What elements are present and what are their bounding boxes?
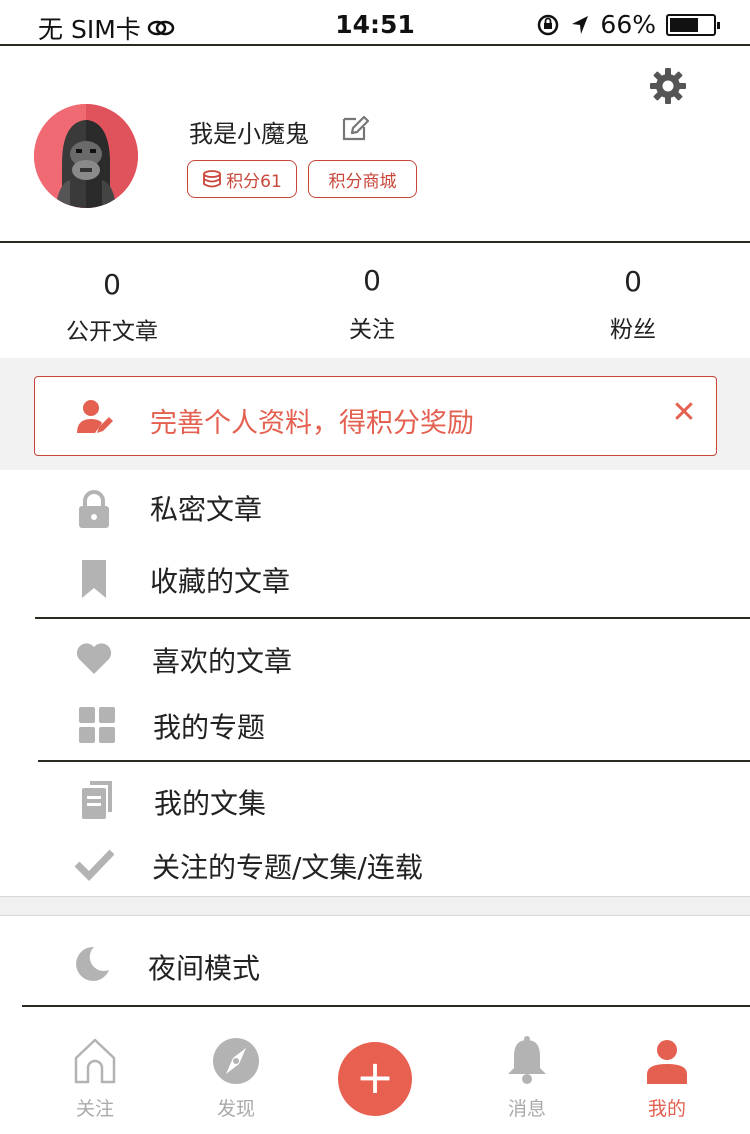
battery-icon xyxy=(666,13,720,36)
stat-label: 粉丝 xyxy=(610,317,656,343)
menu-label: 关注的专题/文集/连载 xyxy=(152,851,423,884)
menu-label: 我的文集 xyxy=(154,787,267,820)
stat-value: 0 xyxy=(624,265,642,298)
tab-label: 我的 xyxy=(647,1098,686,1120)
stat-value: 0 xyxy=(103,268,121,301)
close-icon[interactable]: ✕ xyxy=(668,397,700,429)
stat-label: 公开文章 xyxy=(66,319,158,345)
tab-label: 关注 xyxy=(75,1098,114,1120)
tab-messages[interactable]: 消息 xyxy=(467,1030,587,1130)
menu-label: 私密文章 xyxy=(150,493,263,526)
check-icon xyxy=(74,849,114,882)
notebook-icon xyxy=(82,781,112,819)
rotation-lock-icon xyxy=(538,14,559,35)
divider xyxy=(38,760,750,762)
divider xyxy=(22,1005,750,1007)
menu-item-private-articles[interactable]: 私密文章 xyxy=(0,478,750,538)
username: 我是小魔鬼 xyxy=(189,120,309,148)
moon-icon xyxy=(76,946,109,981)
menu-label: 收藏的文章 xyxy=(150,565,291,598)
menu-item-my-notebooks[interactable]: 我的文集 xyxy=(0,770,750,830)
menu-label: 我的专题 xyxy=(153,711,266,744)
score-badge[interactable]: 积分61 xyxy=(187,160,297,198)
menu-label: 喜欢的文章 xyxy=(152,645,293,678)
divider xyxy=(35,617,750,619)
complete-profile-banner[interactable]: 完善个人资料，得积分奖励 ✕ xyxy=(34,376,717,456)
tab-home[interactable]: 关注 xyxy=(35,1030,155,1130)
person-icon xyxy=(647,1040,687,1084)
grid-icon xyxy=(79,707,115,743)
heart-icon xyxy=(76,643,112,674)
menu-item-saved-articles[interactable]: 收藏的文章 xyxy=(0,548,750,608)
avatar[interactable] xyxy=(34,104,138,208)
menu-item-liked-articles[interactable]: 喜欢的文章 xyxy=(0,628,750,688)
status-bar: 无 SIM卡 14:51 66% xyxy=(0,0,750,46)
divider xyxy=(0,241,750,243)
stat-label: 关注 xyxy=(349,317,395,343)
points-mall-button[interactable]: 积分商城 xyxy=(308,160,417,198)
bookmark-icon xyxy=(82,560,106,598)
bell-icon xyxy=(508,1036,546,1084)
tab-me[interactable]: 我的 xyxy=(607,1030,727,1130)
menu-item-night-mode[interactable]: 夜间模式 xyxy=(0,934,750,994)
stat-value: 0 xyxy=(363,264,381,297)
coins-icon xyxy=(203,170,222,188)
menu-item-followed-topics[interactable]: 关注的专题/文集/连载 xyxy=(0,834,750,894)
tab-label: 消息 xyxy=(507,1098,546,1120)
location-arrow-icon xyxy=(572,15,589,34)
status-right-group: 66% xyxy=(536,10,720,39)
gorilla-avatar-icon xyxy=(34,104,138,208)
lock-icon xyxy=(79,490,109,528)
compass-icon xyxy=(213,1038,259,1084)
edit-profile-icon xyxy=(77,400,113,433)
score-label: 积分61 xyxy=(226,171,282,192)
home-icon xyxy=(74,1038,116,1084)
edit-icon[interactable] xyxy=(340,113,370,143)
tab-discover[interactable]: 发现 xyxy=(176,1030,296,1130)
tab-label: 发现 xyxy=(216,1098,255,1120)
menu-item-my-collections[interactable]: 我的专题 xyxy=(0,694,750,754)
menu-label: 夜间模式 xyxy=(148,952,261,985)
gear-icon[interactable] xyxy=(648,66,688,106)
section-separator xyxy=(0,896,750,916)
points-mall-label: 积分商城 xyxy=(328,171,397,192)
battery-percent: 66% xyxy=(600,10,656,39)
banner-text: 完善个人资料，得积分奖励 xyxy=(150,408,474,439)
new-post-button[interactable]: + xyxy=(338,1042,412,1116)
